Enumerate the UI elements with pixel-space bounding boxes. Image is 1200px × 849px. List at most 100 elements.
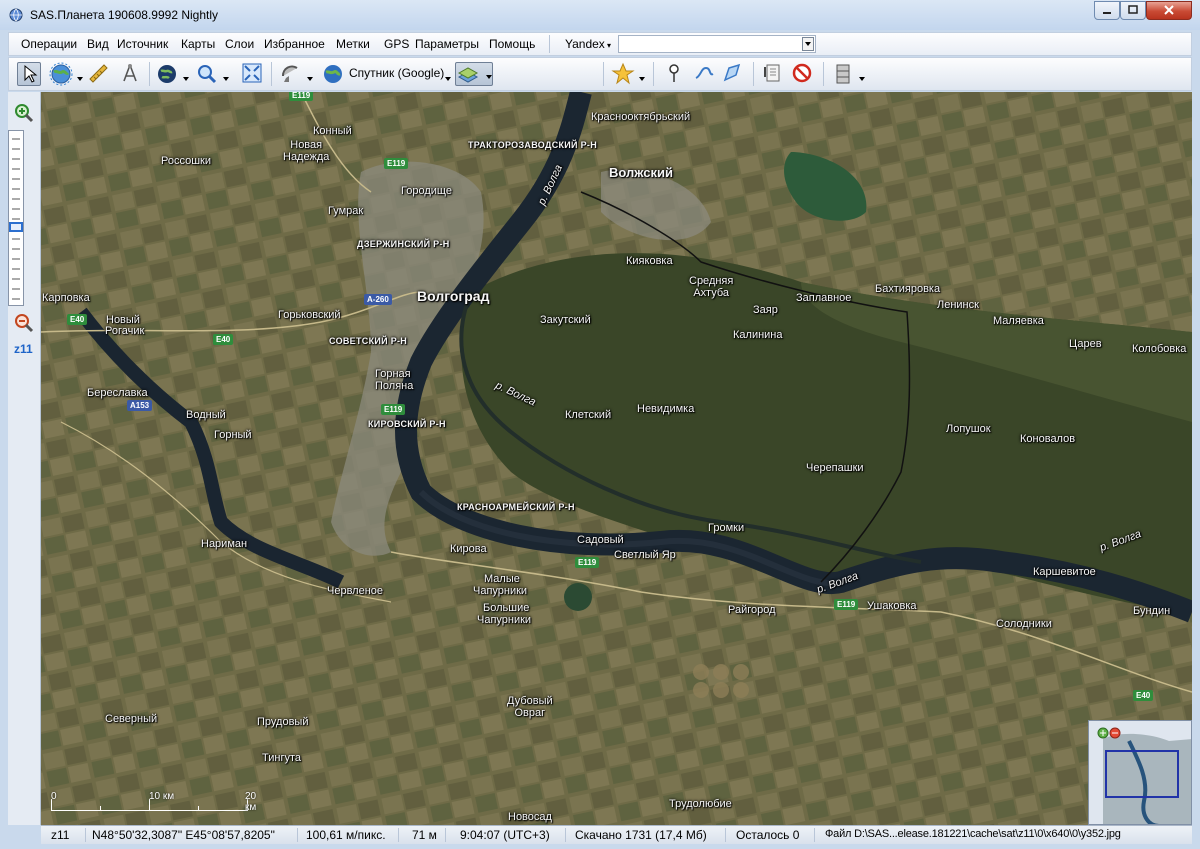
planet-icon (324, 65, 342, 83)
maximize-button[interactable] (1120, 1, 1146, 20)
map-view[interactable]: Конный Новая Надежда Россошки Городище Гу… (41, 92, 1192, 825)
place-label: Райгород (728, 604, 776, 616)
menu-layers[interactable]: Слои (225, 37, 254, 51)
window-title: SAS.Планета 190608.9992 Nightly (30, 8, 219, 22)
status-separator (85, 828, 86, 842)
add-path-button[interactable] (693, 62, 717, 86)
menu-gps[interactable]: GPS (384, 37, 409, 51)
place-label: Поляна (375, 380, 414, 392)
scale-bar: 0 10 км 20 км (51, 791, 256, 813)
place-label: Царев (1069, 338, 1102, 350)
fullscreen-button[interactable] (241, 62, 265, 86)
road-shield: E119 (384, 158, 409, 169)
zoom-slider-thumb[interactable] (9, 222, 23, 232)
scale-label: 10 км (149, 791, 175, 802)
scale-label: 0 (51, 791, 57, 802)
place-label: Ленинск (937, 299, 979, 311)
place-label: Чапурники (473, 585, 528, 597)
status-separator (565, 828, 566, 842)
hide-marks-button[interactable] (791, 62, 815, 86)
menu-maps[interactable]: Карты (181, 37, 215, 51)
place-label: Береславка (87, 387, 148, 399)
place-label: Горный (214, 429, 252, 441)
dropdown-arrow-icon (223, 77, 229, 81)
dropdown-arrow-icon (486, 75, 492, 79)
district-label: КРАСНОАРМЕЙСКИЙ Р-Н (457, 502, 575, 512)
ruler-tool-button[interactable] (87, 62, 111, 86)
road-shield: E119 (289, 92, 314, 101)
move-map-tool-button[interactable] (49, 62, 83, 86)
menu-marks[interactable]: Метки (336, 37, 370, 51)
place-label: Городище (401, 185, 452, 197)
search-input[interactable] (618, 35, 816, 53)
zoom-in-icon[interactable] (13, 102, 35, 124)
dropdown-arrow-icon (639, 77, 645, 81)
place-label: Кияковка (626, 255, 673, 267)
status-time: 9:04:07 (UTC+3) (460, 828, 550, 842)
earth-icon (158, 65, 176, 83)
zoom-tool-button[interactable] (195, 62, 231, 86)
globe-view-button[interactable] (155, 62, 191, 86)
menu-source[interactable]: Источник (117, 37, 168, 51)
minimap-zoom-out-icon[interactable] (1109, 727, 1121, 739)
minimap[interactable] (1088, 720, 1192, 825)
search-provider-select[interactable]: Yandex ▾ (565, 37, 611, 51)
dropdown-arrow-icon (445, 77, 451, 81)
city-label-volgograd: Волгоград (417, 288, 490, 304)
compass-icon (123, 64, 137, 82)
scale-label: 20 км (245, 791, 257, 813)
compass-tool-button[interactable] (119, 62, 143, 86)
place-label: Нариман (201, 538, 248, 550)
place-label: Новосад (508, 811, 552, 823)
magnifier-icon (198, 65, 217, 84)
cache-button[interactable] (831, 62, 867, 86)
minimize-icon (1103, 12, 1111, 14)
map-source-select[interactable]: Спутник (Google) (319, 62, 455, 86)
place-label: Малые (484, 573, 520, 585)
main-toolbar: Спутник (Google) (8, 57, 1192, 91)
polygon-icon (723, 63, 741, 82)
place-label: Конный (313, 125, 352, 137)
place-label: Невидимка (637, 403, 695, 415)
place-label: Закутский (540, 314, 591, 326)
add-placemark-button[interactable] (663, 62, 687, 86)
zoom-slider[interactable] (8, 130, 24, 306)
place-label: Колобовка (1132, 343, 1187, 355)
search-dropdown-button[interactable] (802, 37, 814, 51)
place-label: Ушаковка (867, 600, 917, 612)
place-label: Водный (186, 409, 226, 421)
status-separator (814, 828, 815, 842)
pointer-tool-button[interactable] (17, 62, 41, 86)
road-shield: E119 (834, 599, 859, 610)
place-label: Садовый (577, 534, 624, 546)
status-file-path: Файл D:\SAS...elease.181221\cache\sat\z1… (825, 828, 1121, 840)
status-resolution: 100,61 м/пикс. (306, 828, 386, 842)
place-label: Светлый Яр (614, 549, 676, 561)
satellite-source-button[interactable] (279, 62, 315, 86)
add-polygon-button[interactable] (721, 62, 745, 86)
menu-operations[interactable]: Операции (21, 37, 77, 51)
layers-button[interactable] (455, 62, 493, 86)
close-button[interactable] (1146, 1, 1192, 20)
place-label: Дубовый Овраг (507, 695, 553, 719)
minimap-zoom-in-icon[interactable] (1097, 727, 1109, 739)
minimize-button[interactable] (1094, 1, 1120, 20)
prohibit-icon (792, 63, 812, 83)
zoom-level-label: z11 (14, 342, 33, 356)
menu-favorites[interactable]: Избранное (264, 37, 325, 51)
zoom-out-icon[interactable] (13, 312, 35, 334)
status-zoom: z11 (51, 828, 70, 842)
place-label: Карповка (42, 292, 90, 304)
place-label: Тингута (262, 752, 301, 764)
favorites-button[interactable] (611, 62, 647, 86)
pin-icon (669, 64, 679, 82)
menu-view[interactable]: Вид (87, 37, 109, 51)
map-source-label: Спутник (Google) (349, 66, 445, 80)
marks-visibility-button[interactable] (761, 62, 785, 86)
place-label: Черепашки (806, 462, 864, 474)
dropdown-arrow-icon (859, 77, 865, 81)
chevron-down-icon (805, 42, 811, 46)
menu-help[interactable]: Помощь (489, 37, 535, 51)
fullscreen-icon (242, 63, 262, 83)
menu-settings[interactable]: Параметры (415, 37, 479, 51)
